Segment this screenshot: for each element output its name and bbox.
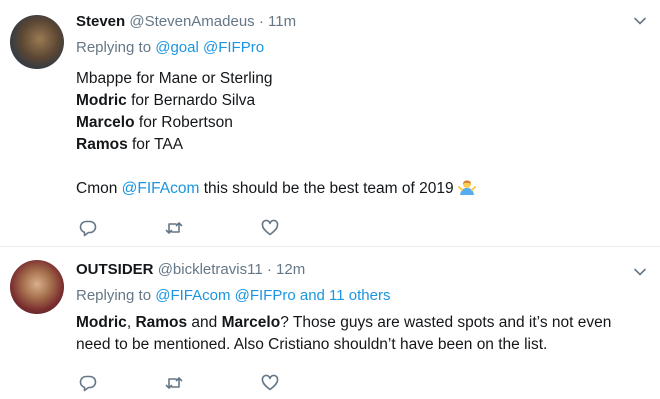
line-text: for Bernardo Silva bbox=[126, 92, 256, 109]
mention-link[interactable]: @goal bbox=[155, 39, 199, 56]
like-icon[interactable] bbox=[260, 218, 280, 238]
like-icon[interactable] bbox=[260, 373, 280, 393]
mention-link[interactable]: @FIFAcom bbox=[122, 180, 200, 197]
replying-label: Replying to bbox=[76, 287, 152, 304]
tweet-text: Modric, Ramos and Marcelo? Those guys ar… bbox=[76, 312, 640, 356]
line-text: this should be the best team of 2019 bbox=[199, 180, 454, 197]
tweet-line: Marcelo for Robertson bbox=[76, 112, 640, 134]
reply-icon[interactable] bbox=[78, 218, 98, 238]
woman-shrugging-emoji-icon bbox=[457, 178, 476, 196]
tweet-line: Modric, Ramos and Marcelo? Those guys ar… bbox=[76, 312, 640, 334]
bold-text: Ramos bbox=[135, 314, 188, 331]
tweet-header: OUTSIDER @bickletravis11 · 12m bbox=[76, 260, 640, 280]
bold-text: Modric bbox=[76, 314, 127, 331]
separator: · bbox=[266, 261, 272, 278]
tweet-line: Modric for Bernardo Silva bbox=[76, 90, 640, 112]
user-name[interactable]: Steven bbox=[76, 13, 125, 30]
mention-link[interactable]: @FIFPro bbox=[235, 287, 296, 304]
retweet-icon[interactable] bbox=[164, 373, 184, 393]
line-text: for TAA bbox=[127, 136, 184, 153]
bold-text: Ramos bbox=[76, 136, 128, 153]
avatar[interactable] bbox=[10, 260, 64, 314]
user-name[interactable]: OUTSIDER bbox=[76, 261, 154, 278]
line-text: Mbappe for Mane or Sterling bbox=[76, 70, 273, 87]
line-text: and bbox=[187, 314, 222, 331]
tweet-text: Mbappe for Mane or Sterling Modric for B… bbox=[76, 68, 640, 200]
user-handle[interactable]: @StevenAmadeus bbox=[129, 13, 254, 30]
replying-label: Replying to bbox=[76, 39, 152, 56]
line-text: for Robertson bbox=[134, 114, 233, 131]
mention-link[interactable]: @FIFPro bbox=[203, 39, 264, 56]
avatar[interactable] bbox=[10, 15, 64, 69]
tweet: OUTSIDER @bickletravis11 · 12m Replying … bbox=[0, 247, 660, 399]
tweet-line: Ramos for TAA bbox=[76, 134, 640, 156]
timestamp[interactable]: 11m bbox=[268, 13, 296, 30]
tweet-header: Steven @StevenAmadeus · 11m bbox=[76, 12, 640, 32]
line-text: ? Those guys are wasted spots and it’s n… bbox=[280, 314, 612, 331]
mention-link[interactable]: @FIFAcom bbox=[155, 287, 230, 304]
line-text: Cmon bbox=[76, 180, 122, 197]
others-link[interactable]: and 11 others bbox=[300, 287, 391, 304]
bold-text: Modric bbox=[76, 92, 127, 109]
separator: · bbox=[258, 13, 264, 30]
retweet-icon[interactable] bbox=[164, 218, 184, 238]
replying-to: Replying to @goal @FIFPro bbox=[76, 38, 640, 58]
tweet-line: Mbappe for Mane or Sterling bbox=[76, 68, 640, 90]
tweet: Steven @StevenAmadeus · 11m Replying to … bbox=[0, 0, 660, 247]
bold-text: Marcelo bbox=[221, 314, 281, 331]
reply-icon[interactable] bbox=[78, 373, 98, 393]
replying-to: Replying to @FIFAcom @FIFPro and 11 othe… bbox=[76, 286, 640, 306]
user-handle[interactable]: @bickletravis11 bbox=[158, 261, 263, 278]
tweet-line: need to be mentioned. Also Cristiano sho… bbox=[76, 336, 548, 353]
timestamp[interactable]: 12m bbox=[276, 261, 305, 278]
tweet-line: Cmon @FIFAcom this should be the best te… bbox=[76, 178, 640, 200]
bold-text: Marcelo bbox=[76, 114, 135, 131]
